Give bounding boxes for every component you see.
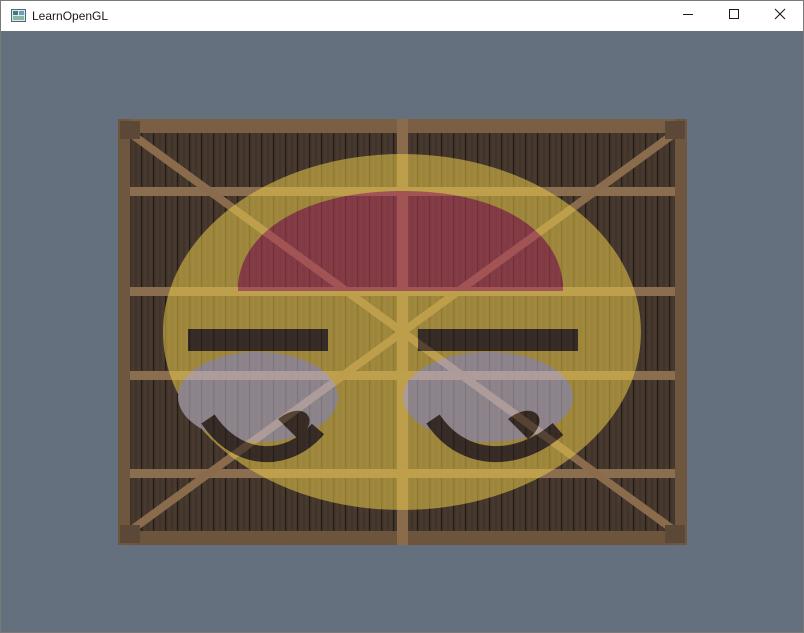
app-window: LearnOpenGL bbox=[0, 0, 804, 633]
window-title: LearnOpenGL bbox=[32, 9, 109, 23]
opengl-viewport[interactable] bbox=[1, 31, 803, 632]
title-bar[interactable]: LearnOpenGL bbox=[1, 1, 803, 31]
close-icon bbox=[774, 7, 786, 25]
maximize-button[interactable] bbox=[711, 1, 757, 31]
minimize-icon bbox=[682, 7, 694, 25]
close-button[interactable] bbox=[757, 1, 803, 31]
opengl-app-icon bbox=[11, 9, 26, 22]
maximize-icon bbox=[728, 7, 740, 25]
awesomeface-texture bbox=[163, 154, 641, 510]
minimize-button[interactable] bbox=[665, 1, 711, 31]
textured-quad bbox=[118, 119, 687, 545]
